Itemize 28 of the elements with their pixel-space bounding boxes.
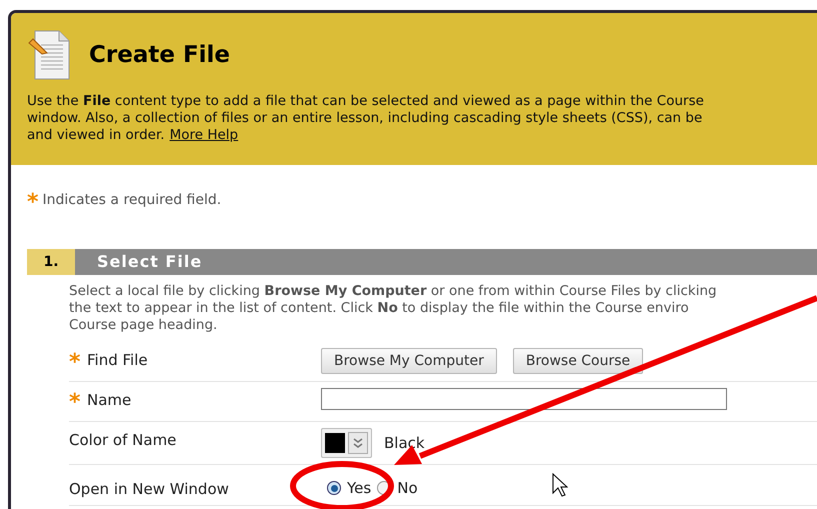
more-help-link[interactable]: More Help <box>170 127 238 144</box>
radio-button[interactable] <box>327 481 341 496</box>
color-picker[interactable] <box>321 428 372 458</box>
required-icon: * <box>69 390 83 411</box>
radio-label: Yes <box>347 478 372 499</box>
browse-button[interactable]: Browse My Computer <box>321 348 497 374</box>
browse-button[interactable]: Browse Course <box>512 348 644 374</box>
color-value: Black <box>384 432 425 454</box>
required-icon: * <box>27 189 39 211</box>
description-text: Use the File content type to add a file that can be selected and viewed as a page within the Course <box>27 93 704 110</box>
radio-label: No <box>397 478 418 499</box>
field-label: Open in New Window <box>69 479 229 500</box>
cursor-icon <box>552 473 568 497</box>
field-label: Name <box>87 390 132 411</box>
field-label: Find File <box>87 350 148 371</box>
field-label: Color of Name <box>69 430 176 451</box>
section-number: 1. <box>27 249 75 275</box>
instruction-text: the text to appear in the list of content. Click No to display the file within the Course enviro <box>69 300 690 317</box>
section-title: Select File <box>96 251 202 273</box>
description-text: and viewed in order. <box>27 127 165 144</box>
required-icon: * <box>69 350 83 371</box>
description-text: window. Also, a collection of files or an entire lesson, including cascading style sheets (CSS), can be <box>27 110 702 127</box>
name-field[interactable] <box>321 388 727 410</box>
instruction-text: Course page heading. <box>69 317 218 334</box>
instruction-text: Select a local file by clicking Browse My Computer or one from within Course Files by clicking <box>69 283 718 300</box>
chevron-down-icon <box>348 432 368 454</box>
required-note: Indicates a required field. <box>42 190 222 210</box>
page-title: Create File <box>89 40 230 70</box>
